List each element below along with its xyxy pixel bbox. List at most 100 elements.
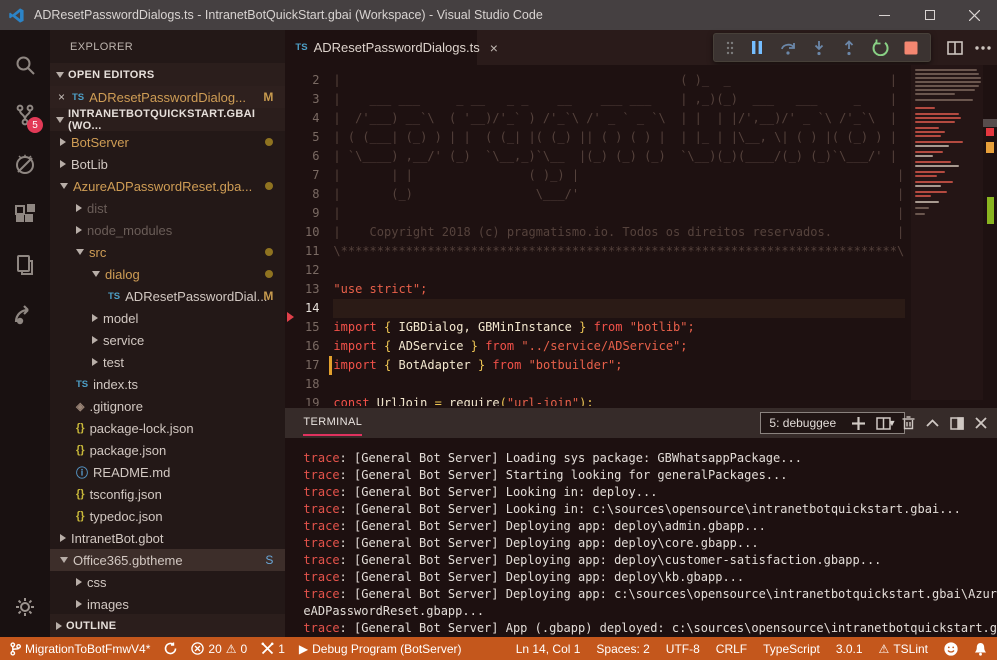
version-item[interactable]: 3.0.1: [836, 642, 863, 656]
debug-icon[interactable]: [0, 142, 50, 188]
settings-gear-icon[interactable]: [0, 587, 50, 627]
debug-status-item[interactable]: ▶ Debug Program (BotServer): [299, 642, 462, 656]
minimize-button[interactable]: [862, 0, 907, 30]
overview-ruler[interactable]: [983, 65, 997, 408]
chevron-right-icon: [60, 138, 66, 146]
minimap-line: [915, 127, 939, 129]
scrollbar-thumb[interactable]: [983, 119, 997, 127]
code-line-6[interactable]: 6| `\____) ,__/' (_) `\__,_)`\__ |(_) (_…: [285, 147, 997, 166]
open-editor-item[interactable]: × TS ADResetPasswordDialog... M: [50, 86, 285, 108]
problems-item[interactable]: 20 ⚠ 0: [191, 642, 247, 656]
eol-item[interactable]: CRLF: [716, 642, 747, 656]
tree-item-dialog[interactable]: dialog: [50, 263, 285, 285]
extensions-icon[interactable]: [0, 192, 50, 238]
tree-item-botserver[interactable]: BotServer: [50, 131, 285, 153]
terminal-tab[interactable]: TERMINAL: [303, 416, 362, 430]
notifications-item[interactable]: [974, 642, 987, 656]
tree-item-css[interactable]: css: [50, 571, 285, 593]
tree-item-tsconfig-json[interactable]: {}tsconfig.json: [50, 483, 285, 505]
pause-icon[interactable]: [750, 40, 764, 55]
code-line-11[interactable]: 11\*************************************…: [285, 242, 997, 261]
step-into-icon[interactable]: [812, 40, 826, 56]
code-line-5[interactable]: 5| ( (___| (_) ) | | ( (_| |( (_) || ( )…: [285, 128, 997, 147]
search-icon[interactable]: [0, 42, 50, 88]
tasks-item[interactable]: 1: [261, 642, 285, 656]
source-control-icon[interactable]: 5: [0, 92, 50, 138]
warning-icon: ⚠: [226, 642, 237, 656]
tree-item-typedoc-json[interactable]: {}typedoc.json: [50, 505, 285, 527]
tree-item-adresetpassworddial-[interactable]: TSADResetPasswordDial...M: [50, 285, 285, 307]
tree-item-label: index.ts: [93, 377, 138, 392]
tree-item-botlib[interactable]: BotLib: [50, 153, 285, 175]
tab-adresetpassworddialogs[interactable]: TS ADResetPasswordDialogs.ts ×: [285, 30, 477, 65]
maximize-panel-icon[interactable]: [926, 419, 939, 427]
tree-item-service[interactable]: service: [50, 329, 285, 351]
toolbar-grip[interactable]: [726, 41, 734, 55]
split-terminal-icon[interactable]: [876, 417, 891, 430]
kill-terminal-icon[interactable]: [902, 416, 915, 430]
tree-item-office365-gbtheme[interactable]: Office365.gbthemeS: [50, 549, 285, 571]
tree-item-index-ts[interactable]: TSindex.ts: [50, 373, 285, 395]
code-text: | Copyright 2018 (c) pragmatismo.io. Tod…: [333, 223, 997, 242]
tree-item-intranetbot-gbot[interactable]: IntranetBot.gbot: [50, 527, 285, 549]
status-bar-right: Ln 14, Col 1 Spaces: 2 UTF-8 CRLF TypeSc…: [500, 642, 987, 656]
feedback-item[interactable]: [944, 642, 958, 656]
tree-item-test[interactable]: test: [50, 351, 285, 373]
new-terminal-icon[interactable]: [852, 417, 865, 430]
tree-item--gitignore[interactable]: ◈.gitignore: [50, 395, 285, 417]
outline-header[interactable]: OUTLINE: [50, 614, 285, 637]
code-line-16[interactable]: 16import { ADService } from "../service/…: [285, 337, 997, 356]
tree-item-model[interactable]: model: [50, 307, 285, 329]
workspace-header[interactable]: INTRANETBOTQUICKSTART.GBAI (WO...: [50, 108, 285, 131]
chevron-right-icon: [92, 358, 98, 366]
maximize-button[interactable]: [907, 0, 952, 30]
tree-item-package-json[interactable]: {}package.json: [50, 439, 285, 461]
close-icon[interactable]: ×: [58, 90, 72, 104]
code-editor[interactable]: 2| ( )_ _ |3| ___ ___ _ __ _ _ __ ___ __…: [285, 65, 997, 408]
terminal-output[interactable]: trace: [General Bot Server] Loading sys …: [285, 438, 997, 637]
code-line-14[interactable]: 14: [285, 299, 997, 318]
minimap[interactable]: [911, 65, 983, 400]
step-over-icon[interactable]: [780, 40, 797, 56]
code-line-2[interactable]: 2| ( )_ _ |: [285, 71, 997, 90]
code-line-12[interactable]: 12: [285, 261, 997, 280]
tree-item-package-lock-json[interactable]: {}package-lock.json: [50, 417, 285, 439]
code-line-8[interactable]: 8| (_) \___/' |: [285, 185, 997, 204]
chevron-right-icon: [76, 578, 82, 586]
tree-item-node-modules[interactable]: node_modules: [50, 219, 285, 241]
code-line-3[interactable]: 3| ___ ___ _ __ _ _ __ ___ ___ | ,_)(_) …: [285, 90, 997, 109]
code-line-4[interactable]: 4| /'___) __`\ ( '__)/'_` ) /'_`\ /' _ `…: [285, 109, 997, 128]
tree-item-src[interactable]: src: [50, 241, 285, 263]
close-button[interactable]: [952, 0, 997, 30]
code-line-13[interactable]: 13"use strict";: [285, 280, 997, 299]
code-line-18[interactable]: 18: [285, 375, 997, 394]
tree-item-readme-md[interactable]: ⓘREADME.md: [50, 461, 285, 483]
code-line-9[interactable]: 9| |: [285, 204, 997, 223]
open-editors-header[interactable]: OPEN EDITORS: [50, 63, 285, 86]
step-out-icon[interactable]: [842, 40, 856, 56]
code-line-17[interactable]: 17import { BotAdapter } from "botbuilder…: [285, 356, 997, 375]
share-icon[interactable]: [0, 292, 50, 338]
tab-close-icon[interactable]: ×: [490, 40, 498, 56]
tree-item-images[interactable]: images: [50, 593, 285, 615]
more-actions-icon[interactable]: [975, 46, 991, 50]
code-line-7[interactable]: 7| | | ( )_) | |: [285, 166, 997, 185]
stop-icon[interactable]: [904, 41, 918, 55]
cursor-position-item[interactable]: Ln 14, Col 1: [516, 642, 581, 656]
split-editor-icon[interactable]: [947, 41, 963, 55]
tslint-item[interactable]: ⚠ TSLint: [879, 642, 928, 656]
sync-item[interactable]: [164, 642, 177, 655]
code-line-19[interactable]: 19const UrlJoin = require("url-join");: [285, 394, 997, 406]
language-item[interactable]: TypeScript: [763, 642, 820, 656]
restart-icon[interactable]: [872, 39, 889, 56]
toggle-panel-icon[interactable]: [950, 417, 964, 430]
code-line-10[interactable]: 10| Copyright 2018 (c) pragmatismo.io. T…: [285, 223, 997, 242]
indentation-item[interactable]: Spaces: 2: [596, 642, 649, 656]
git-branch-item[interactable]: MigrationToBotFmwV4*: [10, 642, 150, 656]
documents-icon[interactable]: [0, 242, 50, 288]
close-panel-icon[interactable]: [975, 417, 987, 429]
code-line-15[interactable]: 15import { IGBDialog, GBMinInstance } fr…: [285, 318, 997, 337]
encoding-item[interactable]: UTF-8: [666, 642, 700, 656]
tree-item-azureadpasswordreset-gba-[interactable]: AzureADPasswordReset.gba...: [50, 175, 285, 197]
tree-item-dist[interactable]: dist: [50, 197, 285, 219]
